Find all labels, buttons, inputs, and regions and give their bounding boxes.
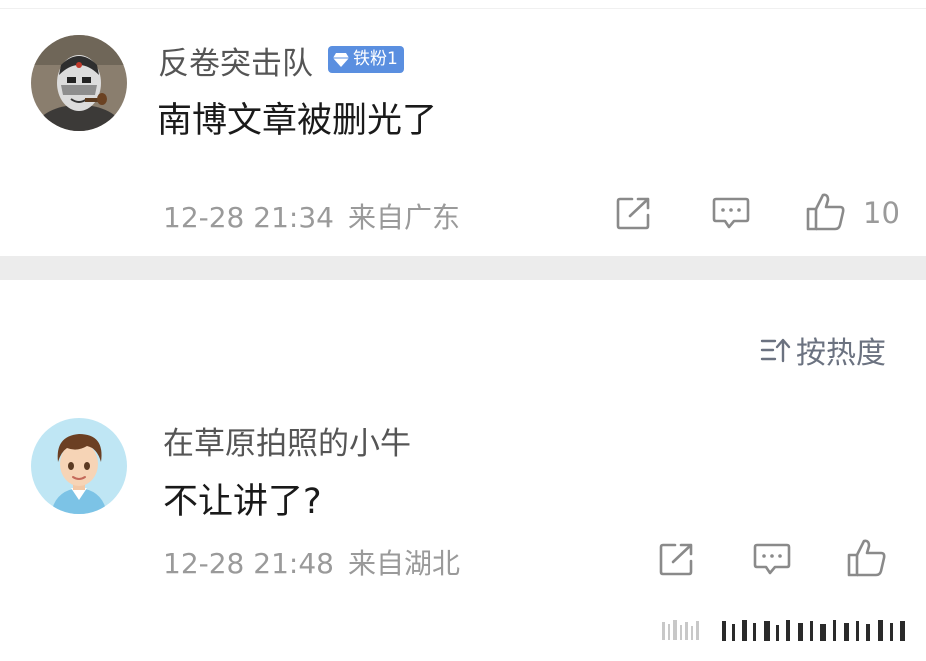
sort-by-hot-button[interactable]: 按热度 (760, 328, 886, 372)
avatar-comment-1[interactable] (31, 35, 127, 131)
barcode-icon (662, 620, 905, 641)
comment-feed: 反卷突击队 铁粉1 南博文章被删光了 12-28 21:34 来自广东 10 按… (0, 0, 926, 661)
username-comment-1[interactable]: 反卷突击队 (158, 38, 313, 83)
like-count-1: 10 (863, 196, 900, 230)
like-button-1[interactable] (805, 192, 847, 232)
watermark-barcode (660, 616, 910, 650)
thumbs-up-icon (847, 539, 886, 577)
sort-label: 按热度 (796, 336, 886, 371)
thumbs-up-icon (806, 193, 845, 231)
section-divider (0, 256, 926, 280)
comment-button-2[interactable] (753, 542, 791, 576)
avatar-comment-2[interactable] (31, 418, 127, 514)
top-divider (0, 8, 926, 9)
share-icon (616, 197, 650, 230)
comment-icon (753, 543, 791, 575)
meta-comment-1: 12-28 21:34 来自广东 (163, 196, 460, 236)
sort-lines-arrow-icon (760, 338, 791, 363)
cartoon-boy-avatar-icon (31, 418, 127, 514)
comment-button-1[interactable] (712, 196, 750, 230)
location: 来自湖北 (347, 547, 460, 580)
comment-text-2: 不让讲了? (163, 482, 322, 522)
location: 来自广东 (347, 201, 460, 234)
masked-gentleman-pipe-avatar-icon (31, 35, 127, 131)
timestamp: 12-28 21:34 (163, 201, 334, 234)
share-button-2[interactable] (659, 542, 695, 576)
timestamp: 12-28 21:48 (163, 547, 334, 580)
meta-comment-2: 12-28 21:48 来自湖北 (163, 542, 460, 582)
username-comment-2[interactable]: 在草原拍照的小牛 (163, 418, 411, 463)
share-button-1[interactable] (616, 196, 652, 230)
fan-badge: 铁粉1 (328, 46, 404, 73)
badge-label: 铁粉1 (353, 49, 398, 69)
share-icon (659, 543, 693, 576)
comment-text-1: 南博文章被删光了 (157, 101, 438, 141)
like-button-2[interactable] (846, 538, 888, 578)
comment-icon (712, 197, 750, 229)
diamond-icon (333, 52, 349, 67)
